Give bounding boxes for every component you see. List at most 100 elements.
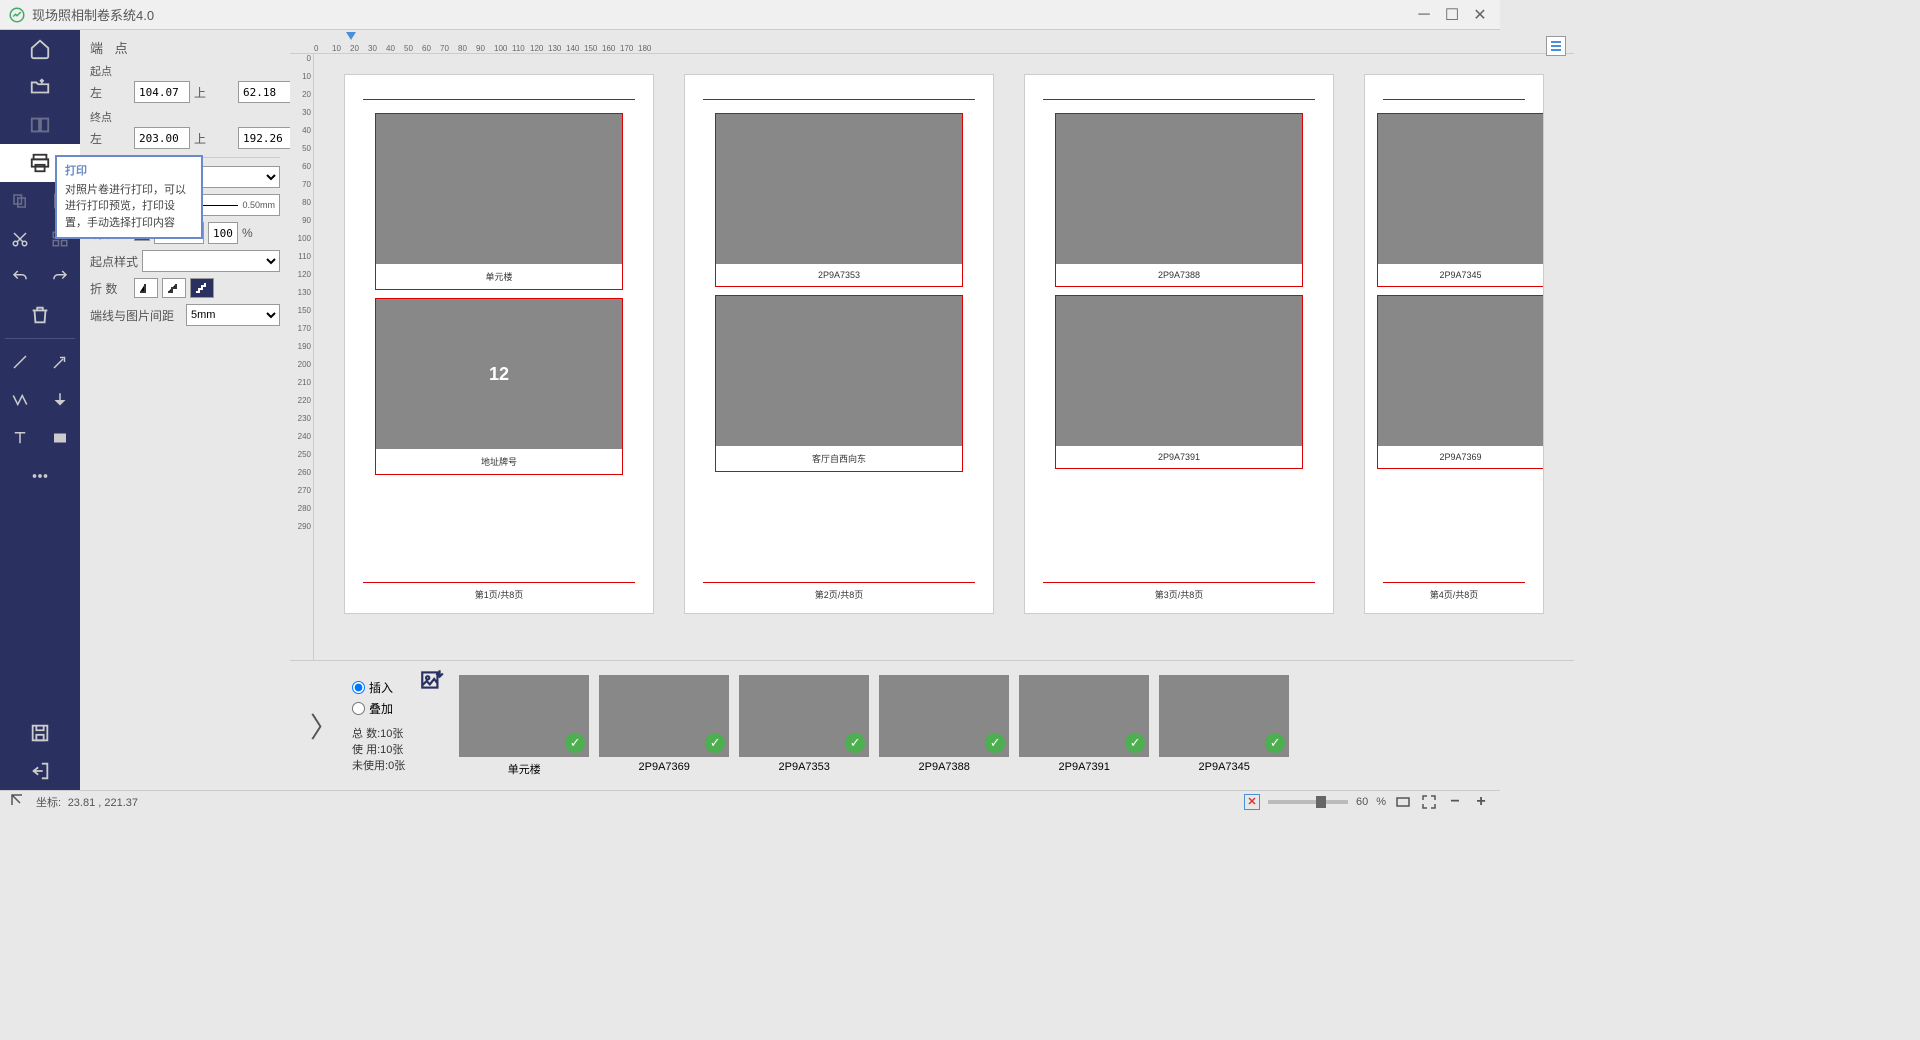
fold-2-button[interactable] [162, 278, 186, 298]
zoom-slider[interactable] [1268, 800, 1348, 804]
app-logo-icon [8, 6, 26, 24]
text-tool-button[interactable] [0, 419, 40, 457]
page[interactable]: 2P9A7388 2P9A7391 第3页/共8页 [1024, 74, 1334, 614]
zoom-in-button[interactable]: + [1472, 793, 1490, 811]
photo-block[interactable]: 客厅自西向东 [715, 295, 963, 472]
zoom-out-button[interactable]: − [1446, 793, 1464, 811]
save-button[interactable] [0, 714, 80, 752]
tooltip-title: 打印 [65, 163, 193, 180]
photo[interactable] [716, 114, 962, 264]
fit-window-button[interactable] [1394, 793, 1412, 811]
photo-block[interactable]: 单元楼 [375, 113, 623, 290]
startstyle-select[interactable] [142, 250, 280, 272]
undo-button[interactable] [0, 258, 40, 296]
photo[interactable] [1056, 296, 1302, 446]
open-folder-button[interactable] [0, 68, 80, 106]
mode-overlay-radio[interactable]: 叠加 [352, 700, 405, 717]
start-left-label: 左 [90, 84, 130, 101]
fullscreen-button[interactable] [1420, 793, 1438, 811]
mode-insert-radio[interactable]: 插入 [352, 679, 405, 696]
photo-block[interactable]: 2P9A7345 [1377, 113, 1543, 287]
sidebar [0, 30, 80, 790]
photo[interactable]: 12 [376, 299, 622, 449]
check-icon: ✓ [985, 733, 1005, 753]
thumbnail-label: 2P9A7388 [919, 761, 970, 773]
ruler-marker-icon [346, 32, 356, 40]
rect-tool-button[interactable] [40, 419, 80, 457]
gap-label: 端线与图片间距 [90, 307, 182, 324]
photo[interactable] [376, 114, 622, 264]
page-number: 第3页/共8页 [1025, 588, 1333, 601]
end-left-input[interactable] [134, 127, 190, 149]
home-button[interactable] [0, 30, 80, 68]
photo-caption: 2P9A7388 [1056, 264, 1302, 286]
photo[interactable] [716, 296, 962, 446]
page-number: 第2页/共8页 [685, 588, 993, 601]
fold-1-button[interactable] [134, 278, 158, 298]
thumbs-prev-button[interactable]: 〉 [310, 706, 338, 746]
down-arrow-tool-button[interactable] [40, 381, 80, 419]
canvas-area: 0102030405060708090100110120130140150160… [290, 30, 1574, 790]
photo[interactable] [1056, 114, 1302, 264]
import-photos-button[interactable] [419, 667, 445, 693]
properties-panel: 端 点 起点 左 上 终点 左 上 线 线宽 0.50mm 线颜色 % [80, 30, 290, 790]
thumbnail[interactable]: ✓ [739, 675, 869, 757]
pages-container[interactable]: 单元楼12地址牌号第1页/共8页2P9A7353客厅自西向东第2页/共8页2P9… [314, 54, 1574, 660]
start-top-input[interactable] [238, 81, 294, 103]
fold-3-button[interactable] [190, 278, 214, 298]
close-button[interactable]: ✕ [1468, 3, 1492, 27]
thumbnail[interactable]: ✓ [599, 675, 729, 757]
gap-select[interactable]: 5mm [186, 304, 280, 326]
photo-caption: 地址牌号 [376, 449, 622, 474]
photo-block[interactable]: 2P9A7353 [715, 113, 963, 287]
list-view-toggle[interactable] [1546, 36, 1566, 56]
thumbnail-label: 2P9A7369 [639, 761, 690, 773]
page[interactable]: 2P9A73452P9A7369第4页/共8页 [1364, 74, 1544, 614]
panel-section-title: 端 点 [90, 38, 280, 57]
thumbnail[interactable]: ✓ [1019, 675, 1149, 757]
arrow-tool-button[interactable] [40, 343, 80, 381]
thumbnail[interactable]: ✓ [459, 675, 589, 757]
line-tool-button[interactable] [0, 343, 40, 381]
page[interactable]: 单元楼 12地址牌号第1页/共8页 [344, 74, 654, 614]
zigzag-tool-button[interactable] [0, 381, 40, 419]
photo-block[interactable]: 12地址牌号 [375, 298, 623, 475]
minimize-button[interactable]: ─ [1412, 3, 1436, 27]
photo-block[interactable]: 2P9A7369 [1377, 295, 1543, 469]
photo[interactable] [1378, 296, 1543, 446]
maximize-button[interactable]: ☐ [1440, 3, 1464, 27]
photo-block[interactable]: 2P9A7391 [1055, 295, 1303, 469]
more-tools-button[interactable] [0, 457, 80, 495]
end-point-label: 终点 [90, 109, 280, 125]
redo-button[interactable] [40, 258, 80, 296]
color-opacity-input[interactable] [208, 222, 238, 244]
start-left-input[interactable] [134, 81, 190, 103]
ruler-vertical: 0102030405060708090100110120130150170190… [290, 54, 314, 660]
photo-caption: 2P9A7345 [1378, 264, 1543, 286]
end-top-input[interactable] [238, 127, 294, 149]
delete-button[interactable] [0, 296, 80, 334]
photo[interactable] [1378, 114, 1543, 264]
cut-button[interactable] [0, 220, 40, 258]
exit-button[interactable] [0, 752, 80, 790]
thumbnail-strip: 〉 插入 叠加 总 数:10张 使 用:10张 未使用:0张 ✓单元楼✓2P9A… [290, 660, 1574, 790]
zoom-unit: % [1376, 796, 1386, 808]
page-number: 第1页/共8页 [345, 588, 653, 601]
close-marker-button[interactable]: ✕ [1244, 794, 1260, 810]
app-title: 现场照相制卷系统4.0 [32, 5, 1412, 24]
tooltip-body: 对照片卷进行打印，可以进行打印预览，打印设置，手动选择打印内容 [65, 182, 193, 232]
page[interactable]: 2P9A7353 客厅自西向东第2页/共8页 [684, 74, 994, 614]
start-top-label: 上 [194, 84, 234, 101]
photo-caption: 单元楼 [376, 264, 622, 289]
end-left-label: 左 [90, 130, 130, 147]
statusbar: 坐标: 23.81 , 221.37 ✕ 60 % − + [0, 790, 1500, 812]
photo-caption: 客厅自西向东 [716, 446, 962, 471]
thumbnail[interactable]: ✓ [879, 675, 1009, 757]
photo-caption: 2P9A7369 [1378, 446, 1543, 468]
book-button[interactable] [0, 106, 80, 144]
thumbnail[interactable]: ✓ [1159, 675, 1289, 757]
end-top-label: 上 [194, 130, 234, 147]
copy-button[interactable] [0, 182, 40, 220]
check-icon: ✓ [1125, 733, 1145, 753]
photo-block[interactable]: 2P9A7388 [1055, 113, 1303, 287]
